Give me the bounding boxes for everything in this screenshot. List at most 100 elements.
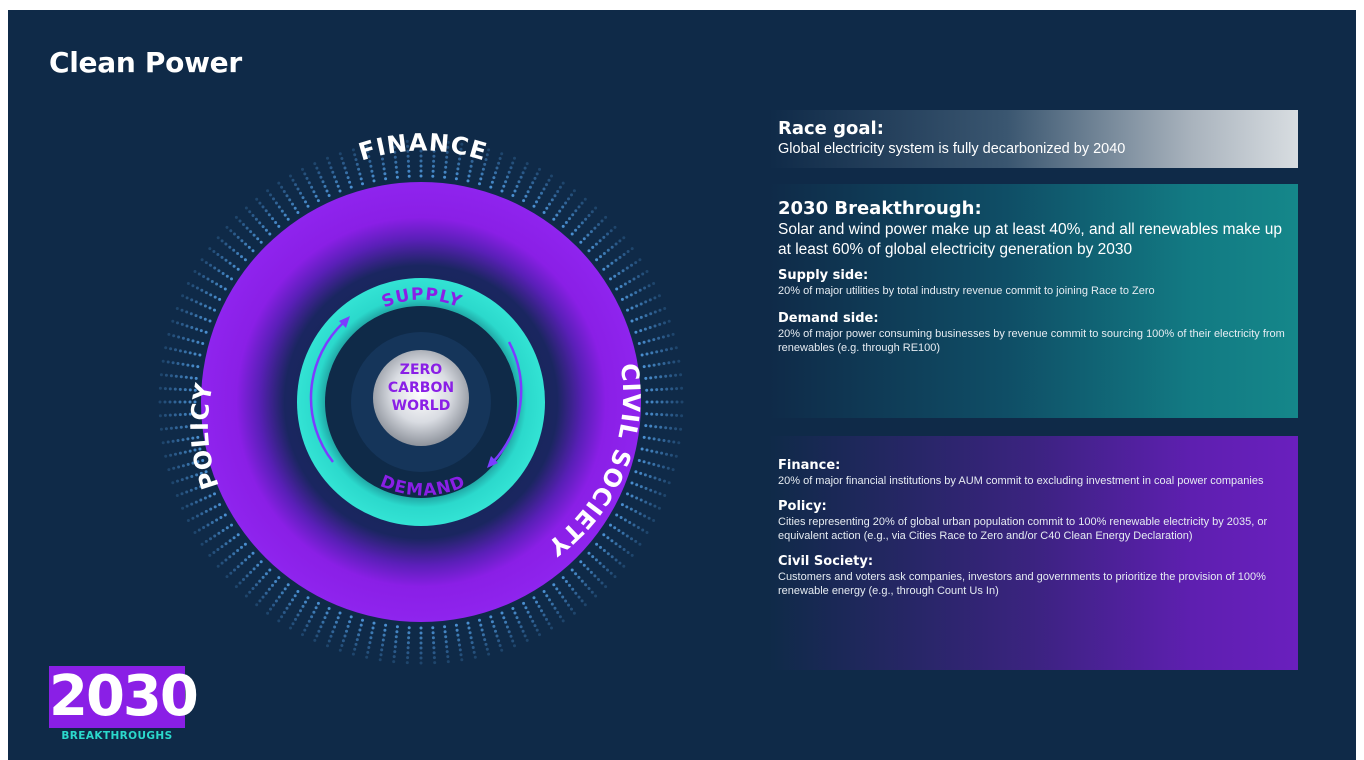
halo-dot (517, 620, 521, 624)
halo-dot (380, 648, 384, 652)
halo-dot (274, 599, 278, 603)
halo-dot (615, 513, 619, 517)
halo-dot (513, 189, 517, 193)
halo-dot (432, 646, 436, 650)
halo-dot (271, 583, 274, 587)
halo-dot (261, 205, 265, 209)
halo-dot (568, 583, 571, 587)
halo-dot (672, 440, 676, 444)
halo-dot (346, 176, 350, 180)
halo-dot (176, 479, 179, 483)
halo-dot (338, 648, 342, 652)
halo-dot (306, 596, 310, 600)
halo-dot (524, 194, 528, 198)
halo-dot (505, 625, 509, 629)
halo-dot (586, 233, 590, 237)
halo-dot (660, 400, 664, 404)
halo-dot (407, 631, 411, 635)
halo-dot (327, 161, 331, 165)
halo-dot (357, 167, 361, 171)
halo-dot (591, 245, 595, 249)
supply-side-text: 20% of major utilities by total industry… (778, 285, 1155, 297)
halo-dot (280, 185, 284, 189)
halo-dot (215, 518, 219, 522)
halo-dot (319, 625, 323, 629)
halo-dot (291, 178, 295, 182)
halo-dot (382, 633, 386, 637)
halo-dot (638, 542, 642, 546)
halo-dot (219, 285, 223, 288)
halo-dot (368, 641, 372, 645)
halo-dot (629, 507, 633, 511)
halo-dot (665, 413, 669, 417)
halo-dot (166, 360, 170, 364)
halo-dot (550, 174, 553, 178)
halo-dot (458, 643, 461, 647)
halo-dot (191, 339, 195, 343)
halo-dot (487, 652, 491, 656)
halo-dot (341, 161, 345, 165)
halo-dot (338, 189, 342, 193)
halo-dot (500, 611, 504, 615)
halo-dot (574, 572, 578, 576)
halo-dot (663, 307, 667, 310)
halo-dot (294, 617, 297, 621)
halo-dot (245, 226, 249, 230)
halo-dot (224, 242, 228, 246)
halo-dot (354, 158, 358, 162)
halo-dot (538, 167, 541, 171)
halo-dot (537, 196, 541, 200)
halo-dot (545, 594, 549, 598)
halo-dot (349, 615, 353, 619)
halo-dot (283, 213, 287, 217)
halo-dot (648, 502, 652, 506)
halo-dot (635, 304, 639, 308)
halo-dot (572, 189, 576, 193)
halo-dot (587, 551, 591, 555)
halo-dot (173, 387, 177, 391)
halo-dot (555, 587, 559, 591)
halo-dot (660, 349, 664, 353)
policy-heading: Policy: (778, 499, 827, 514)
halo-dot (466, 179, 470, 183)
halo-dot (296, 590, 300, 593)
halo-dot (215, 282, 219, 286)
halo-dot (191, 364, 195, 368)
halo-dot (251, 249, 255, 253)
halo-dot (664, 426, 668, 430)
halo-dot (443, 625, 447, 629)
halo-dot (258, 599, 262, 603)
halo-dot (564, 599, 568, 603)
halo-dot (655, 400, 659, 404)
race-goal-text: Global electricity system is fully decar… (778, 141, 1126, 157)
halo-dot (653, 504, 657, 508)
halo-dot (647, 461, 651, 465)
halo-dot (670, 387, 674, 391)
halo-dot (395, 175, 399, 179)
halo-dot (291, 622, 295, 626)
halo-dot (348, 620, 352, 624)
halo-dot (591, 555, 595, 559)
halo-dot (468, 169, 472, 173)
halo-dot (659, 375, 663, 379)
halo-dot (574, 228, 578, 232)
halo-dot (654, 425, 658, 429)
halo-dot (647, 516, 651, 520)
halo-dot (606, 248, 610, 252)
halo-dot (675, 387, 679, 391)
halo-dot (258, 579, 262, 583)
halo-dot (343, 634, 347, 638)
halo-dot (188, 351, 192, 355)
halo-dot (653, 296, 657, 300)
halo-dot (210, 280, 214, 283)
halo-dot (186, 338, 190, 342)
halo-dot (204, 330, 208, 334)
halo-dot (542, 590, 546, 593)
halo-dot (419, 656, 423, 660)
halo-dot (168, 413, 172, 417)
halo-dot (621, 531, 625, 535)
halo-dot (467, 174, 471, 178)
halo-dot (293, 206, 297, 210)
halo-dot (195, 327, 199, 331)
halo-dot (220, 239, 224, 243)
